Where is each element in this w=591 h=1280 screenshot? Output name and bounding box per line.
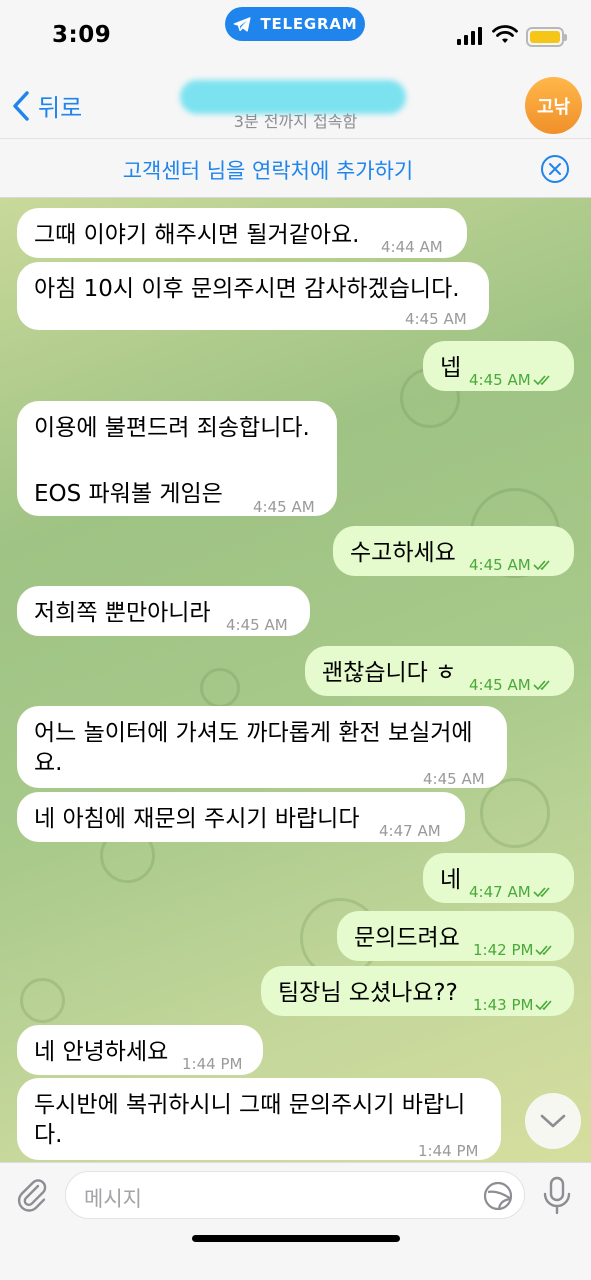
message-list[interactable]: 그때 이야기 해주시면 될거같아요. 4:44 AM 아침 10시 이후 문의주… <box>0 198 591 1162</box>
status-time: 3:09 <box>52 22 112 48</box>
message-bubble[interactable]: 네 안녕하세요 1:44 PM <box>17 1025 263 1075</box>
signal-icon <box>457 27 482 45</box>
message-bubble[interactable]: 괜찮습니다 ㅎ 4:45 AM <box>305 646 574 696</box>
message-text: 네 안녕하세요 <box>34 1039 169 1065</box>
message-text: 아침 10시 이후 문의주시면 감사하겠습니다. <box>34 276 460 302</box>
scroll-to-bottom-button[interactable] <box>525 1093 581 1149</box>
message-text: 그때 이야기 해주시면 될거같아요. <box>34 222 360 248</box>
wifi-icon <box>492 25 518 43</box>
message-bubble[interactable]: 넵 4:45 AM <box>423 341 574 391</box>
message-text: 수고하세요 <box>350 540 456 566</box>
message-text: 문의드려요 <box>354 925 460 951</box>
chevron-down-icon <box>540 1114 566 1128</box>
message-bubble[interactable]: 팀장님 오셨나요?? 1:43 PM <box>261 966 574 1016</box>
close-circle-icon[interactable] <box>540 154 570 184</box>
message-text: 네 <box>440 867 462 893</box>
message-time: 4:45 AM <box>469 556 531 574</box>
double-check-icon <box>535 1000 553 1011</box>
message-text: 넵 <box>440 355 462 381</box>
message-text: 괜찮습니다 ㅎ <box>322 660 457 686</box>
message-time: 4:47 AM <box>379 822 441 840</box>
message-time: 1:42 PM <box>473 941 534 959</box>
message-time: 1:44 PM <box>182 1055 243 1073</box>
message-input[interactable]: 메시지 <box>65 1171 525 1219</box>
composer: 메시지 <box>0 1162 591 1280</box>
message-bubble[interactable]: 이용에 불편드려 죄송합니다. EOS 파워볼 게임은 4:45 AM <box>17 401 337 516</box>
chat-last-seen: 3분 전까지 접속함 <box>233 112 358 131</box>
message-text: 어느 놀이터에 가셔도 까다롭게 환전 보실거에 <box>34 720 473 746</box>
message-text: 저희쪽 뿐만아니라 <box>34 600 211 626</box>
message-bubble[interactable]: 문의드려요 1:42 PM <box>337 911 574 961</box>
message-time: 4:45 AM <box>405 310 467 328</box>
message-time: 4:45 AM <box>469 371 531 389</box>
double-check-icon <box>533 560 550 571</box>
telegram-pill[interactable]: TELEGRAM <box>225 7 365 41</box>
double-check-icon <box>533 375 550 386</box>
message-bubble[interactable]: 두시반에 복귀하시니 그때 문의주시기 바랍니 다. 1:44 PM <box>17 1078 501 1160</box>
message-bubble[interactable]: 네 4:47 AM <box>423 853 574 903</box>
message-time: 4:45 AM <box>469 676 531 694</box>
message-bubble[interactable]: 네 아침에 재문의 주시기 바랍니다 4:47 AM <box>17 792 465 842</box>
message-bubble[interactable]: 아침 10시 이후 문의주시면 감사하겠습니다. 4:45 AM <box>17 262 489 330</box>
message-text: 두시반에 복귀하시니 그때 문의주시기 바랍니 <box>34 1092 466 1118</box>
message-time: 4:44 AM <box>381 238 443 256</box>
message-time: 4:45 AM <box>423 770 485 788</box>
status-bar: 3:09 TELEGRAM <box>0 0 591 72</box>
add-contact-link[interactable]: 고객센터 님을 연락처에 추가하기 <box>0 155 536 185</box>
message-bubble[interactable]: 어느 놀이터에 가셔도 까다롭게 환전 보실거에 요. 4:45 AM <box>17 706 507 788</box>
telegram-pill-label: TELEGRAM <box>260 15 358 33</box>
message-input-placeholder: 메시지 <box>84 1187 142 1211</box>
double-check-icon <box>535 945 553 956</box>
message-text: 네 아침에 재문의 주시기 바랍니다 <box>34 806 360 832</box>
message-text: 요. <box>34 750 63 776</box>
message-text: EOS 파워볼 게임은 <box>34 481 223 507</box>
add-contact-banner: 고객센터 님을 연락처에 추가하기 <box>0 138 591 198</box>
microphone-icon[interactable] <box>540 1175 574 1217</box>
message-text: 다. <box>34 1122 63 1148</box>
message-bubble[interactable]: 저희쪽 뿐만아니라 4:45 AM <box>17 586 310 636</box>
home-indicator[interactable] <box>192 1235 400 1242</box>
battery-icon <box>526 27 567 47</box>
message-time: 4:45 AM <box>226 616 288 634</box>
paperclip-icon[interactable] <box>14 1177 50 1213</box>
chat-header: 뒤로 3분 전까지 접속함 고낚 <box>0 72 591 138</box>
sticker-icon[interactable] <box>482 1180 514 1212</box>
double-check-icon <box>533 680 550 691</box>
message-text: 이용에 불편드려 죄송합니다. <box>34 415 310 441</box>
message-text: 팀장님 오셨나요?? <box>278 980 458 1006</box>
message-bubble[interactable]: 수고하세요 4:45 AM <box>333 526 574 576</box>
double-check-icon <box>533 887 550 898</box>
avatar[interactable]: 고낚 <box>525 77 582 134</box>
message-time: 4:45 AM <box>253 498 315 516</box>
message-time: 4:47 AM <box>469 883 531 901</box>
message-time: 1:44 PM <box>418 1142 479 1160</box>
message-time: 1:43 PM <box>473 996 534 1014</box>
message-bubble[interactable]: 그때 이야기 해주시면 될거같아요. 4:44 AM <box>17 208 467 258</box>
telegram-plane-icon <box>234 17 251 32</box>
